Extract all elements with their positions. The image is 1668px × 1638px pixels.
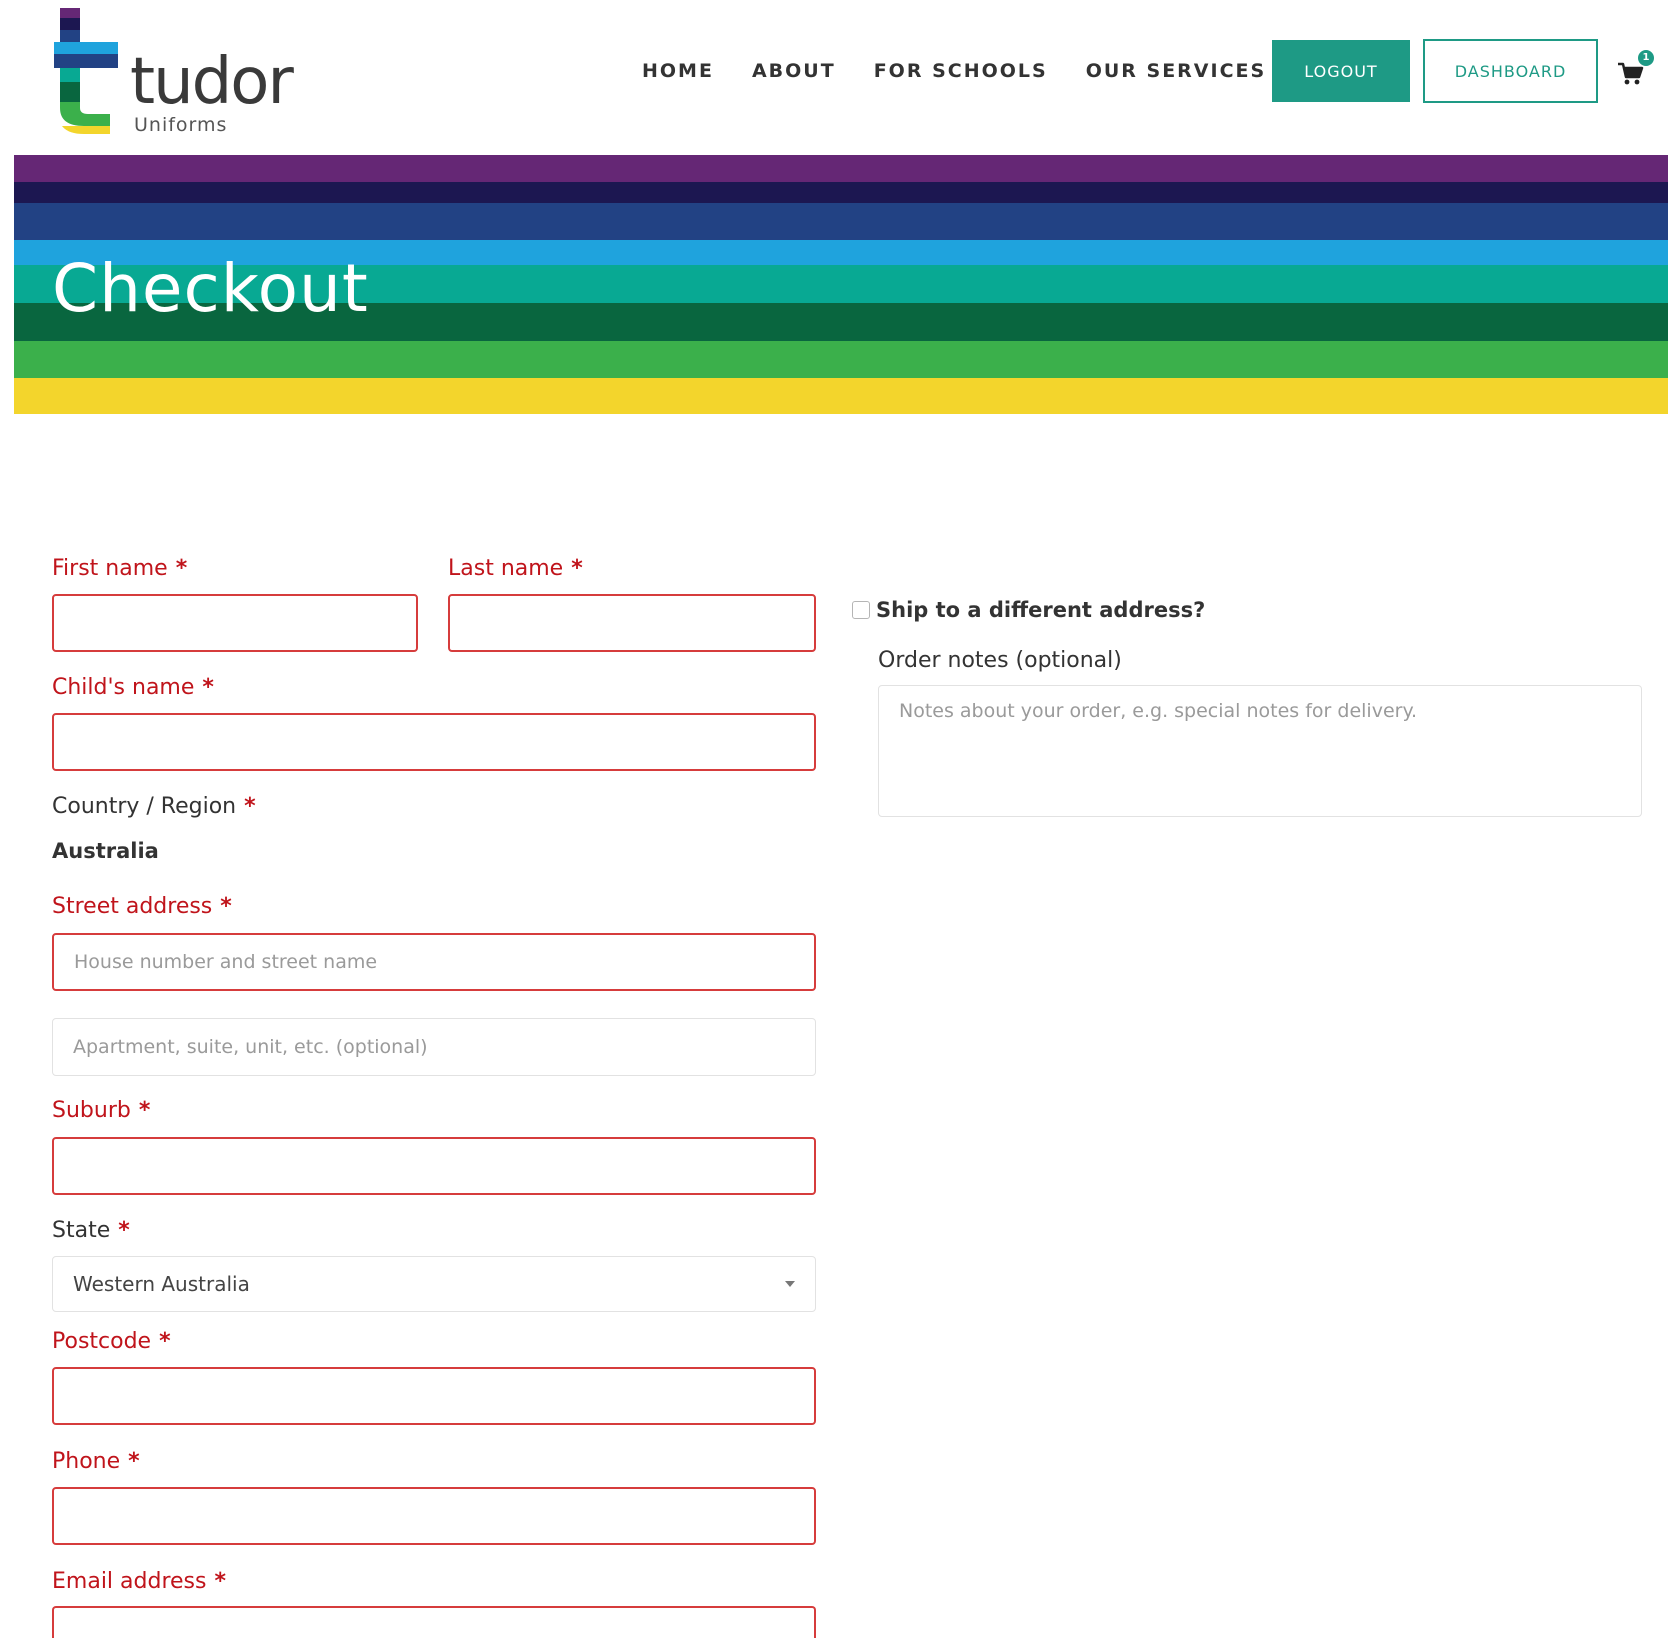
brand-logo[interactable]: tudor Uniforms: [54, 8, 314, 140]
required-marker: *: [128, 1449, 140, 1474]
state-select-value: Western Australia: [73, 1272, 250, 1296]
street-address-label-text: Street address: [52, 894, 213, 919]
nav-for-schools[interactable]: FOR SCHOOLS: [874, 60, 1048, 82]
last-name-label-text: Last name: [448, 556, 564, 581]
nav-our-services[interactable]: OUR SERVICES: [1086, 60, 1267, 82]
suburb-label: Suburb *: [52, 1098, 150, 1123]
order-notes-textarea[interactable]: [878, 685, 1642, 817]
nav-home[interactable]: HOME: [642, 60, 714, 82]
required-marker: *: [214, 1569, 226, 1594]
required-marker: *: [571, 556, 583, 581]
banner-stripe: [14, 378, 1668, 414]
country-value: Australia: [52, 839, 159, 863]
ship-different-row: Ship to a different address?: [852, 598, 1205, 622]
ship-different-checkbox[interactable]: [852, 601, 870, 619]
main-nav: HOME ABOUT FOR SCHOOLS OUR SERVICES: [642, 60, 1304, 82]
banner-stripe: [14, 182, 1668, 203]
cart-icon: [1618, 62, 1644, 85]
street-address-label: Street address *: [52, 894, 232, 919]
site-header: tudor Uniforms HOME ABOUT FOR SCHOOLS OU…: [0, 0, 1668, 155]
required-marker: *: [159, 1329, 171, 1354]
required-marker: *: [118, 1218, 130, 1243]
cart-count-badge: 1: [1638, 50, 1654, 66]
chevron-down-icon: [785, 1281, 795, 1287]
banner-stripe: [14, 155, 1668, 182]
child-name-label-text: Child's name: [52, 675, 195, 700]
brand-name: tudor: [130, 45, 294, 119]
last-name-label: Last name *: [448, 556, 583, 581]
last-name-input[interactable]: [448, 594, 816, 652]
country-label: Country / Region *: [52, 794, 256, 819]
ship-different-label[interactable]: Ship to a different address?: [876, 598, 1205, 622]
required-marker: *: [220, 894, 232, 919]
email-label: Email address *: [52, 1569, 226, 1594]
dashboard-button[interactable]: DASHBOARD: [1423, 39, 1598, 103]
suburb-label-text: Suburb: [52, 1098, 131, 1123]
email-input[interactable]: [52, 1606, 816, 1638]
order-notes-label: Order notes (optional): [878, 648, 1122, 673]
country-label-text: Country / Region: [52, 794, 237, 819]
suburb-input[interactable]: [52, 1137, 816, 1195]
tudor-logo-icon: [54, 8, 118, 134]
required-marker: *: [244, 794, 256, 819]
phone-label: Phone *: [52, 1449, 140, 1474]
postcode-input[interactable]: [52, 1367, 816, 1425]
child-name-input[interactable]: [52, 713, 816, 771]
required-marker: *: [138, 1098, 151, 1123]
postcode-label-text: Postcode: [52, 1329, 152, 1354]
checkout-page: tudor Uniforms HOME ABOUT FOR SCHOOLS OU…: [0, 0, 1668, 1638]
nav-about[interactable]: ABOUT: [752, 60, 836, 82]
email-label-text: Email address: [52, 1569, 207, 1594]
street-address-2-input[interactable]: [52, 1018, 816, 1076]
required-marker: *: [202, 675, 214, 700]
required-marker: *: [175, 556, 188, 581]
banner-stripe: [14, 341, 1668, 378]
logout-button[interactable]: LOGOUT: [1272, 40, 1410, 102]
street-address-input[interactable]: [52, 933, 816, 991]
brand-subtitle: Uniforms: [134, 114, 228, 136]
state-label: State *: [52, 1218, 130, 1243]
banner-stripe: [14, 203, 1668, 240]
page-title: Checkout: [52, 250, 369, 327]
phone-label-text: Phone: [52, 1449, 121, 1474]
state-label-text: State: [52, 1218, 111, 1243]
first-name-label: First name *: [52, 556, 187, 581]
first-name-input[interactable]: [52, 594, 418, 652]
phone-input[interactable]: [52, 1487, 816, 1545]
cart-button[interactable]: 1: [1618, 50, 1658, 92]
postcode-label: Postcode *: [52, 1329, 171, 1354]
first-name-label-text: First name: [52, 556, 168, 581]
state-select[interactable]: Western Australia: [52, 1256, 816, 1312]
child-name-label: Child's name *: [52, 675, 214, 700]
